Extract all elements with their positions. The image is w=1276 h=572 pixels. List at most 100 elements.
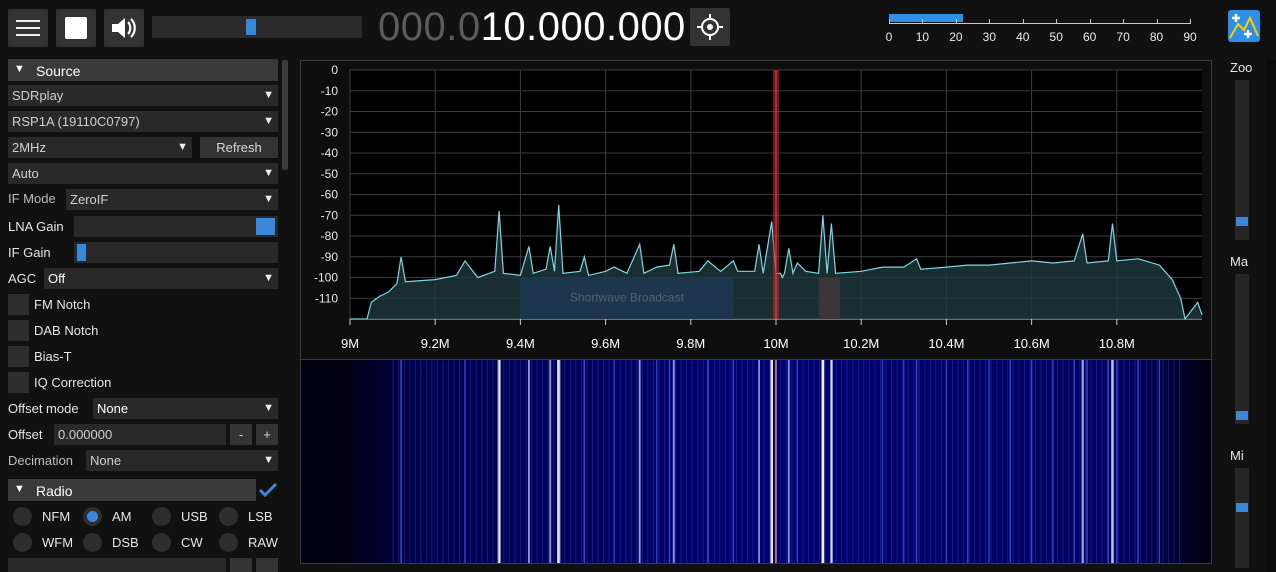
dab-notch-checkbox[interactable] [8, 320, 29, 341]
volume-slider-handle[interactable] [246, 19, 256, 35]
waterfall-noise-stripe [431, 360, 433, 563]
waterfall-noise-stripe [691, 360, 693, 563]
min-slider-handle[interactable] [1236, 503, 1248, 512]
radio-section-header[interactable]: ▼ Radio [8, 479, 256, 501]
snr-tick [1089, 19, 1091, 24]
waterfall-noise-stripe [852, 360, 854, 563]
bandwidth-decrement-button[interactable] [230, 558, 252, 572]
refresh-button[interactable]: Refresh [200, 137, 278, 158]
if-mode-select[interactable]: ZeroIF ▼ [66, 189, 278, 210]
source-section-header[interactable]: ▼ Source [8, 59, 278, 81]
offset-label: Offset [8, 427, 43, 442]
offset-decrement-button[interactable]: - [230, 424, 252, 445]
app-logo[interactable] [1228, 10, 1260, 42]
offset-increment-button[interactable]: + [256, 424, 278, 445]
spectrum-chart[interactable]: 0 -10 -20 -30 -40 -50 -60 -70 -80 -90 -100 -110 9M 9.… [301, 61, 1211, 359]
waterfall-noise-stripe [420, 360, 422, 563]
mute-button[interactable] [104, 9, 144, 47]
waterfall-noise-stripe [1151, 360, 1153, 563]
snr-tick [1190, 19, 1191, 24]
fm-notch-checkbox[interactable] [8, 294, 29, 315]
dropdown-arrow-icon: ▼ [263, 454, 274, 466]
decimation-select[interactable]: None ▼ [86, 450, 278, 471]
zoom-slider-handle[interactable] [1236, 217, 1248, 226]
lna-gain-slider[interactable] [74, 216, 278, 237]
serial-select[interactable]: RSP1A (19110C0797) ▼ [8, 111, 278, 132]
waterfall-display[interactable] [300, 360, 1212, 564]
mode-radio-dsb[interactable] [83, 533, 102, 552]
max-slider[interactable] [1235, 274, 1249, 424]
y-tick-label: -80 [321, 229, 339, 243]
mode-radio-nfm[interactable] [13, 507, 32, 526]
mode-radio-am[interactable] [83, 507, 102, 526]
offset-input[interactable]: 0.000000 [54, 424, 226, 445]
waterfall-noise-stripe [614, 360, 616, 563]
iq-correction-checkbox[interactable] [8, 372, 29, 393]
serial-value: RSP1A (19110C0797) [12, 114, 140, 129]
waterfall-signal-stripe [527, 360, 530, 563]
bias-t-checkbox[interactable] [8, 346, 29, 367]
offset-mode-select[interactable]: None ▼ [93, 398, 278, 419]
frequency-display[interactable]: 000.010.000.000 [378, 5, 686, 50]
snr-tick [955, 19, 957, 24]
snr-tick [922, 19, 924, 24]
mode-radio-raw[interactable] [219, 533, 238, 552]
snr-tick-label: 90 [1183, 30, 1197, 44]
samplerate-select[interactable]: 2MHz ▼ [8, 137, 192, 158]
waterfall-noise-stripe [1029, 360, 1031, 563]
y-tick-label: -100 [314, 271, 338, 285]
agc-select[interactable]: Off ▼ [44, 268, 278, 289]
stop-button[interactable] [56, 9, 96, 47]
left-panel-scrollbar[interactable] [282, 60, 288, 170]
waterfall-noise-stripe [1051, 360, 1053, 563]
lna-gain-handle[interactable] [256, 218, 275, 235]
waterfall-noise-stripe [647, 360, 649, 563]
crosshair-icon [697, 14, 723, 40]
min-slider[interactable] [1235, 468, 1249, 568]
frequency-digits[interactable]: 10.000.000 [481, 5, 686, 49]
waterfall-noise-stripe [652, 360, 654, 563]
waterfall-noise-stripe [979, 360, 981, 563]
min-label: Mi [1230, 448, 1244, 463]
waterfall-signal-stripe [1030, 360, 1033, 563]
spectrum-plot[interactable]: 0 -10 -20 -30 -40 -50 -60 -70 -80 -90 -100 -110 9M 9.… [300, 60, 1212, 360]
waterfall-signal-stripe [915, 360, 918, 563]
bandwidth-input[interactable] [8, 558, 226, 572]
bandwidth-increment-button[interactable] [256, 558, 278, 572]
waterfall-noise-stripe [1145, 360, 1147, 563]
fm-notch-label: FM Notch [34, 297, 91, 312]
if-gain-slider[interactable] [74, 242, 278, 263]
frequency-leading-digits[interactable]: 000.0 [378, 5, 481, 49]
mode-radio-lsb[interactable] [219, 507, 238, 526]
dab-notch-label: DAB Notch [34, 323, 99, 338]
waterfall-noise-stripe [785, 360, 787, 563]
mode-radio-wfm[interactable] [13, 533, 32, 552]
menu-button[interactable] [8, 9, 48, 47]
device-select[interactable]: SDRplay ▼ [8, 85, 278, 106]
max-slider-handle[interactable] [1236, 411, 1248, 420]
waterfall-noise-stripe [575, 360, 577, 563]
waterfall-noise-stripe [492, 360, 494, 563]
waterfall-noise-stripe [841, 360, 843, 563]
waterfall-noise-stripe [1046, 360, 1048, 563]
waterfall-noise-stripe [603, 360, 605, 563]
antenna-select[interactable]: Auto ▼ [8, 163, 278, 184]
mode-label-usb: USB [181, 509, 208, 524]
waterfall-noise-stripe [481, 360, 483, 563]
radio-enabled-checkmark-icon[interactable] [258, 482, 278, 498]
waterfall-noise-stripe [907, 360, 909, 563]
waterfall-noise-stripe [508, 360, 510, 563]
waterfall-noise-stripe [1173, 360, 1175, 563]
zoom-slider[interactable] [1235, 80, 1249, 240]
waterfall-noise-stripe [1162, 360, 1164, 563]
y-tick-label: -110 [315, 291, 338, 305]
if-gain-handle[interactable] [77, 244, 86, 261]
mode-radio-usb[interactable] [152, 507, 171, 526]
center-tuning-button[interactable] [690, 8, 730, 46]
snr-tick [1022, 19, 1024, 24]
mode-radio-cw[interactable] [152, 533, 171, 552]
volume-slider[interactable] [152, 16, 362, 38]
left-panel: ▼ Source SDRplay ▼ RSP1A (19110C0797) ▼ 2M… [0, 56, 290, 572]
waterfall-noise-stripe [1073, 360, 1075, 563]
max-label: Ma [1230, 254, 1249, 269]
